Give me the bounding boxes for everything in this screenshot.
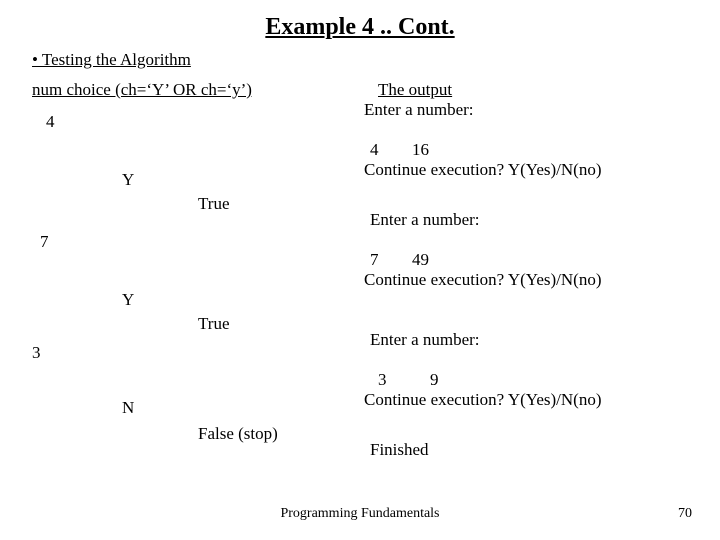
trace-choice-3: N bbox=[122, 398, 134, 418]
output-line-4: Enter a number: bbox=[370, 210, 480, 230]
output-line-2a: 4 bbox=[370, 140, 379, 160]
footer-text: Programming Fundamentals bbox=[0, 506, 720, 522]
trace-num-3: 3 bbox=[32, 343, 41, 363]
trace-choice-2: Y bbox=[122, 290, 134, 310]
trace-cond-2: True bbox=[198, 314, 230, 334]
subheading: • Testing the Algorithm bbox=[32, 50, 191, 70]
output-line-10: Finished bbox=[370, 440, 429, 460]
output-line-8b: 9 bbox=[430, 370, 439, 390]
output-line-9: Continue execution? Y(Yes)/N(no) bbox=[364, 390, 602, 410]
trace-num-2: 7 bbox=[40, 232, 49, 252]
slide-title: Example 4 .. Cont. bbox=[0, 14, 720, 41]
trace-num-1: 4 bbox=[46, 112, 55, 132]
output-line-6: Continue execution? Y(Yes)/N(no) bbox=[364, 270, 602, 290]
trace-choice-1: Y bbox=[122, 170, 134, 190]
output-line-5b: 49 bbox=[412, 250, 429, 270]
output-line-2b: 16 bbox=[412, 140, 429, 160]
output-line-7: Enter a number: bbox=[370, 330, 480, 350]
output-line-1: Enter a number: bbox=[364, 100, 474, 120]
output-line-5a: 7 bbox=[370, 250, 379, 270]
trace-cond-3: False (stop) bbox=[198, 424, 278, 444]
page-number: 70 bbox=[678, 506, 692, 522]
output-line-3: Continue execution? Y(Yes)/N(no) bbox=[364, 160, 602, 180]
trace-cond-1: True bbox=[198, 194, 230, 214]
column-header-right: The output bbox=[378, 80, 452, 100]
column-header-left: num choice (ch=‘Y’ OR ch=‘y’) bbox=[32, 80, 252, 100]
output-line-8a: 3 bbox=[378, 370, 387, 390]
